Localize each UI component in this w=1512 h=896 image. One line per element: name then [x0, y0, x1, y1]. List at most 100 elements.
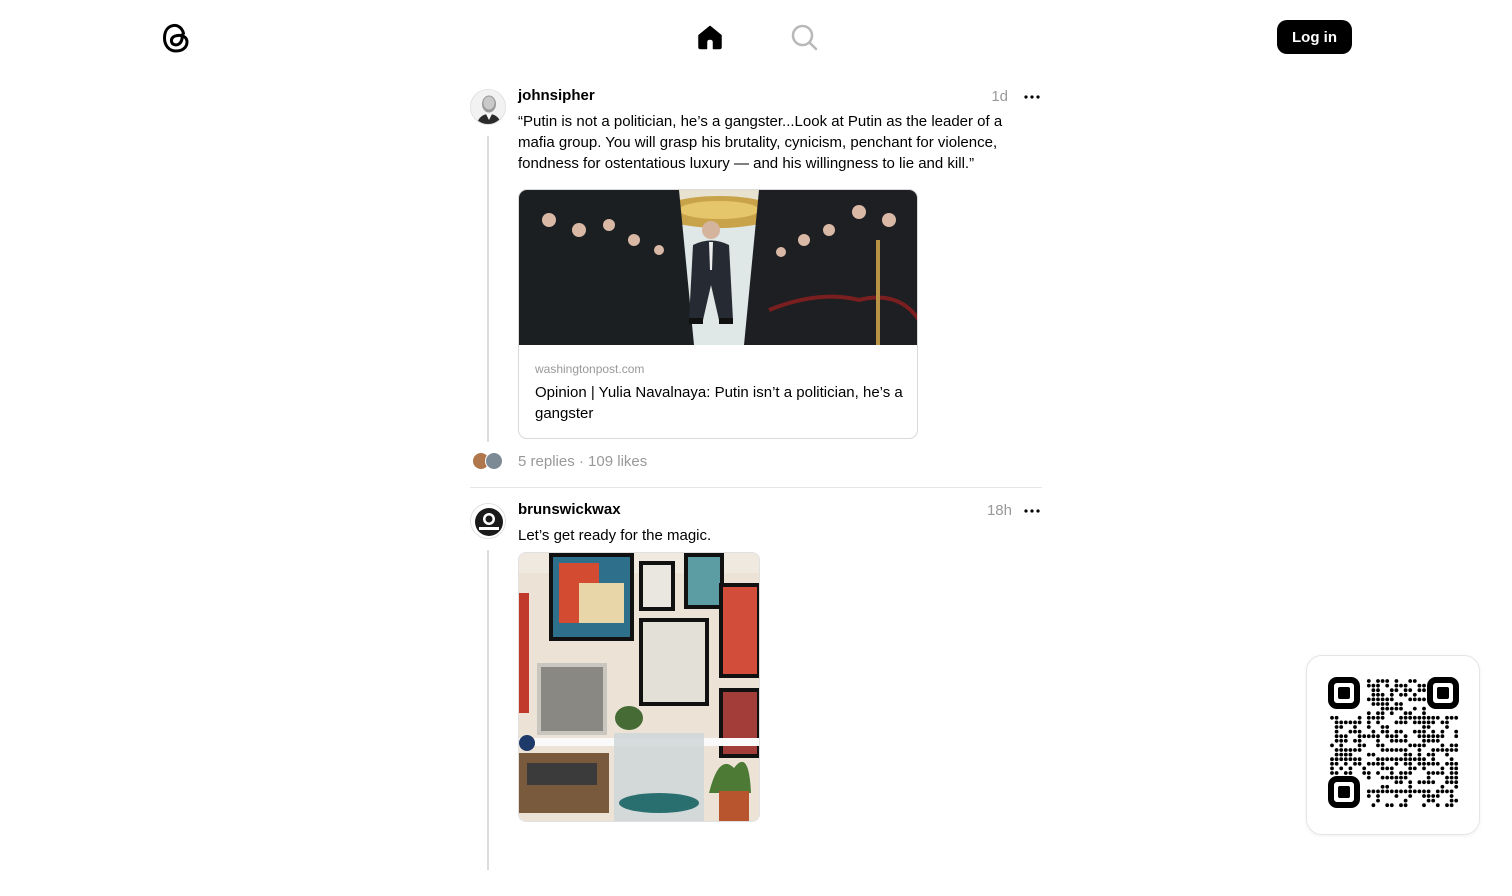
qr-dot [1366, 752, 1371, 757]
qr-dot [1334, 729, 1339, 734]
qr-dot [1339, 748, 1344, 752]
qr-dot [1348, 757, 1353, 762]
qr-dot [1403, 752, 1408, 757]
thread-post: brunswickwax 18h Let’s get ready for the… [470, 496, 1042, 896]
qr-dot [1399, 738, 1403, 743]
qr-dot [1394, 706, 1399, 711]
qr-dot [1435, 734, 1440, 739]
qr-dot [1334, 771, 1339, 775]
post-username[interactable]: brunswickwax [518, 501, 621, 518]
qr-dot [1422, 743, 1426, 748]
qr-dot [1380, 697, 1385, 702]
qr-dot [1357, 729, 1362, 734]
more-options-icon[interactable] [1022, 91, 1042, 103]
home-icon[interactable] [695, 22, 725, 52]
qr-dot [1449, 775, 1454, 780]
qr-dot [1366, 794, 1371, 798]
qr-dot [1412, 692, 1417, 697]
more-options-icon[interactable] [1022, 505, 1042, 517]
avatar[interactable] [470, 503, 506, 539]
qr-dot [1399, 683, 1403, 688]
qr-dot [1399, 715, 1403, 720]
qr-dot [1380, 775, 1385, 780]
qr-dot [1417, 743, 1422, 748]
qr-dot [1440, 766, 1445, 771]
likes-count[interactable]: 109 likes [588, 453, 647, 470]
qr-dot [1376, 715, 1380, 720]
post-image[interactable] [518, 552, 760, 822]
qr-dot [1376, 794, 1380, 798]
post-time[interactable]: 18h [987, 502, 1012, 519]
qr-dot [1334, 720, 1339, 725]
qr-dot [1371, 729, 1376, 734]
qr-dot [1376, 743, 1380, 748]
qr-dot [1399, 706, 1403, 711]
qr-dot [1399, 702, 1403, 706]
qr-dot [1449, 798, 1454, 803]
qr-dot [1394, 748, 1399, 752]
qr-dot [1330, 761, 1334, 766]
qr-dot [1399, 775, 1403, 780]
qr-dot [1394, 688, 1399, 693]
link-title: Opinion | Yulia Navalnaya: Putin isn’t a… [535, 384, 903, 422]
qr-dot [1376, 683, 1380, 688]
qr-dot [1339, 752, 1344, 757]
qr-dot [1435, 761, 1440, 766]
qr-dot [1385, 748, 1390, 752]
qr-dot [1348, 720, 1353, 725]
qr-dot [1394, 679, 1399, 683]
qr-dot [1431, 748, 1436, 752]
qr-dot [1330, 766, 1334, 771]
search-icon[interactable] [789, 22, 819, 52]
qr-dot [1399, 757, 1403, 762]
avatar[interactable] [470, 89, 506, 125]
qr-dot [1422, 757, 1426, 762]
qr-code-card[interactable] [1306, 655, 1480, 835]
post-username[interactable]: johnsipher [518, 87, 595, 104]
qr-dot [1417, 789, 1422, 794]
link-preview-card[interactable]: washingtonpost.com Opinion | Yulia Naval… [518, 189, 918, 439]
qr-dot [1353, 720, 1357, 725]
qr-dot [1403, 734, 1408, 739]
replies-count[interactable]: 5 replies [518, 453, 575, 470]
qr-dot [1454, 715, 1459, 720]
qr-dot [1426, 775, 1431, 780]
qr-dot [1380, 789, 1385, 794]
link-preview-image [519, 190, 917, 345]
qr-dot [1435, 771, 1440, 775]
qr-dot [1376, 711, 1380, 716]
qr-dot [1343, 738, 1348, 743]
qr-dot [1366, 775, 1371, 780]
qr-dot [1426, 734, 1431, 739]
qr-dot [1385, 725, 1390, 729]
qr-dot [1343, 734, 1348, 739]
qr-dot [1380, 711, 1385, 716]
qr-dot [1412, 729, 1417, 734]
qr-dot [1366, 711, 1371, 716]
qr-dot [1403, 789, 1408, 794]
qr-dot [1445, 720, 1449, 725]
qr-dot [1343, 757, 1348, 762]
qr-dot [1366, 771, 1371, 775]
post-time[interactable]: 1d [991, 88, 1008, 105]
qr-dot [1408, 761, 1413, 766]
qr-dot [1445, 789, 1449, 794]
qr-dot [1385, 766, 1390, 771]
qr-dot [1417, 715, 1422, 720]
qr-dot [1389, 711, 1394, 716]
qr-dot [1417, 720, 1422, 725]
qr-dot [1376, 789, 1380, 794]
qr-dot [1454, 729, 1459, 734]
qr-dot [1371, 789, 1376, 794]
qr-dot [1339, 720, 1344, 725]
qr-dot [1357, 738, 1362, 743]
qr-dot [1445, 775, 1449, 780]
qr-dot [1445, 748, 1449, 752]
threads-logo-icon[interactable] [160, 20, 192, 56]
qr-dot [1454, 734, 1459, 739]
login-button[interactable]: Log in [1277, 20, 1352, 54]
qr-dot [1408, 679, 1413, 683]
qr-dot [1426, 720, 1431, 725]
qr-dot [1330, 743, 1334, 748]
qr-dot [1431, 752, 1436, 757]
